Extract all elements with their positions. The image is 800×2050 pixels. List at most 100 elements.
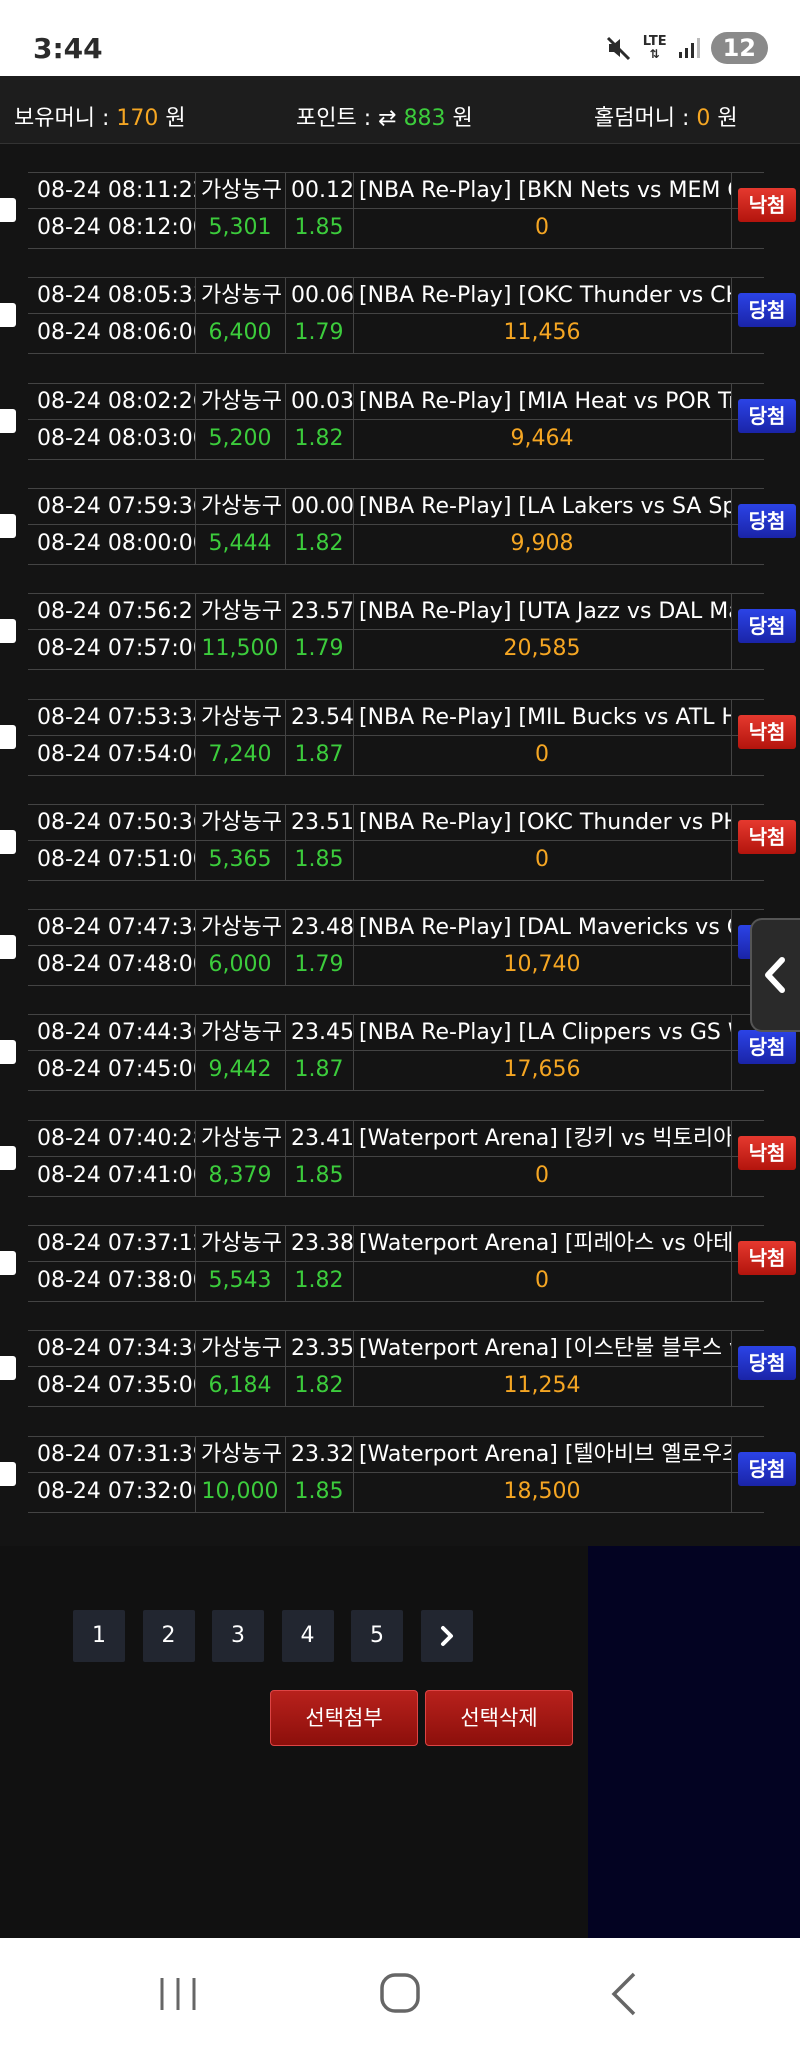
col-sep (731, 1435, 732, 1512)
result-badge: 당첨 (738, 293, 796, 328)
status-bar: 3:44 LTE ⇅ 12 (0, 0, 800, 76)
col-sep (731, 909, 732, 986)
result-badge: 당첨 (738, 1346, 796, 1381)
match-title[interactable]: [NBA Re-Play] [DAL Mavericks vs CH (359, 910, 731, 946)
game-type: 가상농구 (201, 599, 282, 625)
attach-selected-button[interactable]: 선택첨부 (270, 1690, 418, 1746)
cash-balance: 보유머니 : 170 원 (14, 100, 186, 132)
match-title[interactable]: [NBA Re-Play] [LA Clippers vs GS Wa (359, 1015, 731, 1051)
row-checkbox[interactable] (0, 1145, 16, 1170)
points-balance: 포인트 : ⇄ 883 원 (296, 100, 473, 132)
row-checkbox[interactable] (0, 1040, 16, 1065)
payout: 11,254 (503, 1373, 581, 1399)
page-button-3[interactable]: 3 (212, 1610, 264, 1662)
match-title[interactable]: [Waterport Arena] [텔아비브 옐로우즈 v (359, 1437, 731, 1473)
match-title[interactable]: [NBA Re-Play] [OKC Thunder vs PHX (359, 805, 731, 841)
notification-count-badge: 12 (710, 32, 768, 64)
result-badge: 당첨 (738, 503, 796, 538)
row-checkbox[interactable] (0, 1461, 16, 1486)
match-title[interactable]: [NBA Re-Play] [UTA Jazz vs DAL Mav (359, 594, 731, 630)
match-title[interactable]: [NBA Re-Play] [MIA Heat vs POR Tra (359, 384, 731, 420)
odds: 1.82 (294, 530, 344, 556)
game-type: 가상농구 (201, 1020, 282, 1046)
page-button-1[interactable]: 1 (73, 1610, 125, 1662)
odds: 1.82 (294, 1373, 344, 1399)
match-title[interactable]: [Waterport Arena] [이스탄불 블루스 vs (359, 1331, 731, 1367)
settle-time: 08-24 07:41:00 (37, 1162, 195, 1188)
row-checkbox[interactable] (0, 724, 16, 749)
bet-row: 08-24 08:11:22 08-24 08:12:00 가상농구 5,301… (0, 170, 800, 250)
row-checkbox[interactable] (0, 829, 16, 854)
match-title[interactable]: [Waterport Arena] [피레아스 vs 아테네 (359, 1226, 731, 1262)
next-page-button[interactable] (420, 1610, 473, 1662)
row-checkbox[interactable] (0, 408, 16, 433)
col-sep (731, 593, 732, 670)
game-type: 가상농구 (201, 809, 282, 835)
recents-icon[interactable] (148, 1966, 208, 2022)
chevron-right-icon (440, 1626, 453, 1646)
match-title[interactable]: [NBA Re-Play] [MIL Bucks vs ATL Ha (359, 700, 731, 736)
payout: 0 (535, 741, 549, 767)
round-number: 00.12 (291, 178, 353, 203)
exchange-icon[interactable]: ⇄ (378, 106, 396, 131)
home-icon[interactable] (370, 1966, 430, 2022)
row-border-bottom (28, 1406, 764, 1408)
row-checkbox[interactable] (0, 935, 16, 960)
balance-bar: 보유머니 : 170 원 포인트 : ⇄ 883 원 홀덤머니 : 0 원 (0, 86, 800, 144)
header-strip (0, 76, 800, 86)
payout: 0 (535, 1162, 549, 1188)
row-border-bottom (28, 458, 764, 460)
bet-amount: 6,400 (208, 320, 272, 346)
payout: 0 (535, 846, 549, 872)
points-value: 883 (403, 106, 446, 131)
delete-selected-button[interactable]: 선택삭제 (425, 1690, 573, 1746)
odds: 1.87 (294, 1057, 344, 1083)
col-sep (731, 277, 732, 354)
col-sep (731, 698, 732, 775)
side-drawer-tab[interactable] (750, 918, 800, 1032)
bet-row: 08-24 07:56:21 08-24 07:57:00 가상농구 11,50… (0, 591, 800, 671)
match-title[interactable]: [Waterport Arena] [킹키 vs 빅토리아] [ (359, 1121, 731, 1157)
odds: 1.85 (294, 1162, 344, 1188)
settle-time: 08-24 07:35:00 (37, 1373, 195, 1399)
bet-time: 08-24 07:56:21 (37, 599, 195, 625)
bet-amount: 5,365 (208, 846, 272, 872)
game-type: 가상농구 (201, 1336, 282, 1362)
row-checkbox[interactable] (0, 198, 16, 222)
round-number: 00.00 (291, 493, 353, 519)
match-title[interactable]: [NBA Re-Play] [OKC Thunder vs CHI (359, 278, 731, 314)
bet-amount: 5,200 (208, 425, 272, 451)
row-checkbox[interactable] (0, 303, 16, 328)
col-sep (731, 1225, 732, 1301)
round-number: 23.48 (291, 915, 353, 941)
bet-time: 08-24 08:05:33 (37, 283, 195, 309)
bet-time: 08-24 07:40:28 (37, 1125, 195, 1151)
page-button-2[interactable]: 2 (142, 1610, 195, 1662)
col-sep (731, 382, 732, 459)
result-badge: 낙첨 (738, 1241, 796, 1275)
settle-time: 08-24 08:00:00 (37, 530, 195, 556)
bet-amount: 10,000 (201, 1478, 279, 1504)
page-button-5[interactable]: 5 (351, 1610, 403, 1662)
payout: 9,908 (510, 530, 574, 556)
round-number: 23.41 (291, 1125, 353, 1151)
bet-row: 08-24 07:50:36 08-24 07:51:00 가상농구 5,365… (0, 802, 800, 882)
row-checkbox[interactable] (0, 1251, 16, 1275)
col-sep (731, 172, 732, 248)
settle-time: 08-24 07:51:00 (37, 846, 195, 872)
back-icon[interactable] (596, 1966, 656, 2022)
game-type: 가상농구 (201, 915, 282, 941)
row-checkbox[interactable] (0, 513, 16, 538)
row-checkbox[interactable] (0, 619, 16, 644)
row-checkbox[interactable] (0, 1356, 16, 1381)
row-border-bottom (28, 879, 764, 881)
result-badge: 낙첨 (738, 819, 796, 854)
row-border-bottom (28, 1195, 764, 1197)
cash-unit: 원 (158, 106, 186, 131)
bet-amount: 11,500 (201, 636, 279, 662)
match-title[interactable]: [NBA Re-Play] [BKN Nets vs MEM Gr (359, 173, 731, 209)
page-button-4[interactable]: 4 (281, 1610, 334, 1662)
payout: 0 (535, 1268, 549, 1293)
game-type: 가상농구 (201, 493, 282, 519)
match-title[interactable]: [NBA Re-Play] [LA Lakers vs SA Spu (359, 489, 731, 525)
